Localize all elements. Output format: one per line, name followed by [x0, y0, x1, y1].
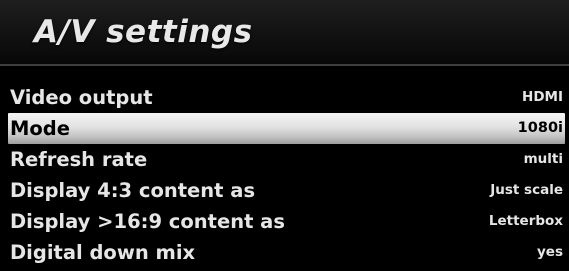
setting-row-display-16-9[interactable]: Display >16:9 content as Letterbox	[8, 206, 565, 237]
setting-label: Display >16:9 content as	[10, 210, 285, 233]
setting-value: multi	[523, 151, 563, 167]
setting-label: Video output	[10, 86, 153, 109]
setting-row-mode[interactable]: Mode 1080i	[8, 113, 565, 144]
setting-label: Refresh rate	[10, 148, 148, 171]
setting-label: Display 4:3 content as	[10, 179, 256, 202]
av-settings-panel: A/V settings Video output HDMI Mode 1080…	[0, 0, 569, 271]
settings-list: Video output HDMI Mode 1080i Refresh rat…	[8, 82, 565, 268]
setting-value: 1080i	[517, 120, 563, 136]
setting-value: HDMI	[522, 89, 563, 105]
header-bar: A/V settings	[0, 0, 569, 66]
setting-row-video-output[interactable]: Video output HDMI	[8, 82, 565, 113]
setting-row-refresh-rate[interactable]: Refresh rate multi	[8, 144, 565, 175]
setting-row-display-4-3[interactable]: Display 4:3 content as Just scale	[8, 175, 565, 206]
page-title: A/V settings	[34, 14, 253, 50]
setting-value: yes	[537, 244, 563, 260]
setting-value: Letterbox	[488, 213, 563, 229]
setting-value: Just scale	[490, 182, 563, 198]
setting-label: Digital down mix	[10, 241, 196, 264]
setting-label: Mode	[10, 117, 70, 140]
setting-row-digital-down-mix[interactable]: Digital down mix yes	[8, 237, 565, 268]
